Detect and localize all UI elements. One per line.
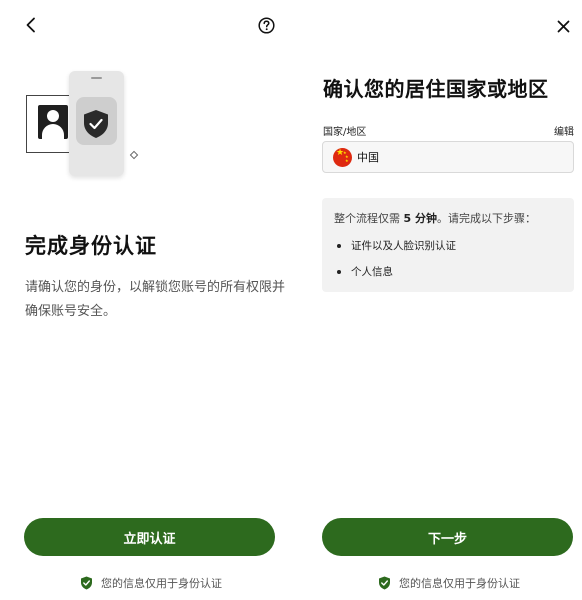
phone-image	[69, 71, 124, 176]
next-step-button[interactable]: 下一步	[322, 518, 573, 556]
close-button[interactable]	[552, 15, 574, 37]
identity-illustration	[24, 68, 144, 180]
step-label: 证件以及人脸识别认证	[351, 240, 456, 252]
step-label: 个人信息	[351, 266, 393, 278]
country-name: 中国	[357, 151, 379, 164]
diamond-decoration	[129, 150, 139, 160]
duration-text: 5 分钟	[403, 212, 437, 225]
step-item: 个人信息	[337, 264, 393, 279]
page-title: 完成身份认证	[25, 234, 157, 258]
page-description: 请确认您的身份，以解锁您账号的所有权限并确保账号安全。	[25, 280, 286, 319]
page-title: 确认您的居住国家或地区	[323, 77, 549, 101]
shield-check-icon	[84, 110, 108, 138]
privacy-note: 您的信息仅用于身份认证	[80, 574, 222, 592]
privacy-note-text: 您的信息仅用于身份认证	[101, 577, 222, 590]
chevron-left-icon	[26, 17, 35, 33]
edit-country-link[interactable]: 编辑	[554, 123, 574, 138]
verify-now-button[interactable]: 立即认证	[24, 518, 275, 556]
steps-info-box: 整个流程仅需 5 分钟。请完成以下步骤： 证件以及人脸识别认证 个人信息	[322, 198, 574, 292]
steps-intro: 整个流程仅需 5 分钟。请完成以下步骤：	[334, 212, 536, 225]
china-flag-icon: ★ ★ ★ ★	[333, 147, 352, 167]
question-circle-icon	[257, 16, 275, 34]
step-item: 证件以及人脸识别认证	[337, 238, 456, 253]
privacy-note: 您的信息仅用于身份认证	[378, 574, 520, 592]
help-button[interactable]	[256, 15, 276, 35]
privacy-note-text: 您的信息仅用于身份认证	[399, 577, 520, 590]
close-icon	[557, 20, 569, 32]
person-icon	[38, 105, 68, 139]
country-select[interactable]: ★ ★ ★ ★ 中国	[322, 141, 574, 173]
shield-check-icon	[379, 576, 390, 590]
bullet-icon	[337, 243, 341, 248]
identity-verification-intro-screen: 完成身份认证 请确认您的身份，以解锁您账号的所有权限并确保账号安全。 立即认证 …	[0, 0, 296, 600]
country-field-label: 国家/地区	[323, 127, 367, 138]
country-confirmation-screen: 确认您的居住国家或地区 国家/地区 编辑 ★ ★ ★ ★ 中国 整个流程仅需 5…	[296, 0, 582, 600]
back-button[interactable]	[20, 14, 42, 36]
bullet-icon	[337, 269, 341, 274]
shield-check-icon	[81, 576, 92, 590]
